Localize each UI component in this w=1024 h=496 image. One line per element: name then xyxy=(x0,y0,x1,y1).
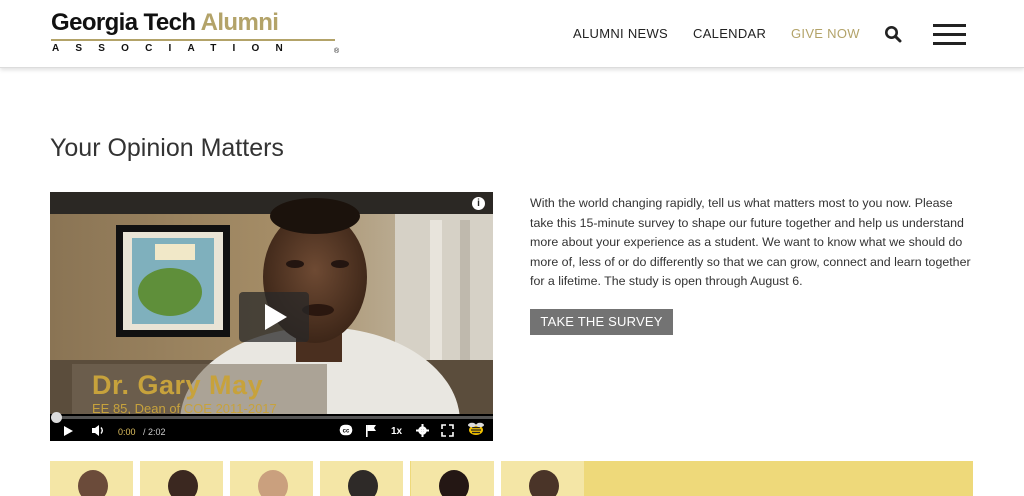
hamburger-menu-icon[interactable] xyxy=(933,24,966,45)
speaker-name-overlay: Dr. Gary May xyxy=(92,370,264,400)
portrait-strip xyxy=(50,461,973,496)
playback-speed[interactable]: 1x xyxy=(391,426,402,437)
nav-give-now[interactable]: GIVE NOW xyxy=(791,26,860,41)
logo-alumni: Alumni xyxy=(200,9,279,36)
nav-calendar[interactable]: CALENDAR xyxy=(693,26,766,41)
survey-description: With the world changing rapidly, tell us… xyxy=(530,196,971,289)
logo-registered-mark: ® xyxy=(334,48,340,55)
yellow-jacket-logo-icon[interactable] xyxy=(466,421,486,438)
portrait-tile xyxy=(50,461,133,496)
logo-association: ASSOCIATION xyxy=(52,43,299,54)
logo-rule xyxy=(51,39,335,41)
portrait-photo xyxy=(529,470,559,496)
flag-icon[interactable] xyxy=(365,424,377,437)
page-title: Your Opinion Matters xyxy=(50,134,284,162)
portrait-photo xyxy=(168,470,198,496)
portrait-tile xyxy=(140,461,223,496)
portrait-tile xyxy=(411,461,494,496)
portrait-tile xyxy=(230,461,313,496)
svg-text:cc: cc xyxy=(343,428,350,434)
gt-alumni-logo[interactable]: Georgia Tech Alumni ASSOCIATION ® xyxy=(51,9,343,59)
portrait-tile xyxy=(320,461,403,496)
video-progress-bar[interactable] xyxy=(56,416,493,419)
info-icon[interactable]: i xyxy=(472,197,485,210)
duration: / 2:02 xyxy=(143,427,166,437)
portrait-photo xyxy=(348,470,378,496)
volume-icon[interactable] xyxy=(91,424,105,437)
play-button[interactable] xyxy=(239,292,309,342)
play-icon xyxy=(265,304,287,330)
take-survey-button[interactable]: TAKE THE SURVEY xyxy=(530,309,673,335)
portrait-tile xyxy=(501,461,584,496)
fullscreen-icon[interactable] xyxy=(441,424,454,437)
settings-gear-icon[interactable] xyxy=(416,424,429,437)
search-icon[interactable] xyxy=(884,25,902,43)
site-header: Georgia Tech Alumni ASSOCIATION ® ALUMNI… xyxy=(0,0,1024,68)
logo-georgia-tech: Georgia Tech xyxy=(51,9,196,36)
portrait-photo xyxy=(258,470,288,496)
video-player[interactable]: i Dr. Gary May EE 85, Dean of COE 2011-2… xyxy=(50,192,493,441)
play-small-icon[interactable] xyxy=(62,425,74,437)
current-time: 0:00 xyxy=(118,427,136,437)
closed-captions-icon[interactable]: cc xyxy=(339,424,353,436)
portrait-photo xyxy=(78,470,108,496)
portrait-photo xyxy=(439,470,469,496)
logo-wordmark: Georgia Tech Alumni xyxy=(51,9,343,37)
video-scrubber-handle[interactable] xyxy=(51,412,62,423)
nav-alumni-news[interactable]: ALUMNI NEWS xyxy=(573,26,668,41)
